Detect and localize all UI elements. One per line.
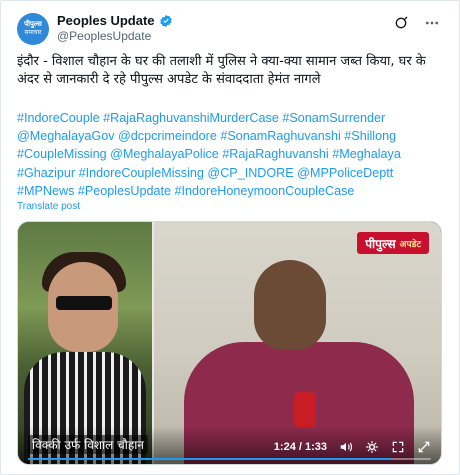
avatar-subtext: समाचार xyxy=(24,30,42,36)
expand-icon[interactable] xyxy=(417,440,431,454)
video-time: 1:24 / 1:33 xyxy=(273,441,327,453)
reporter-head xyxy=(254,260,326,350)
channel-logo-text: पीपुल्स xyxy=(365,236,396,251)
tweet-hashtags[interactable]: #IndoreCouple #RajaRaghuvanshiMurderCase… xyxy=(17,109,447,200)
avatar-text: पीपुल्स xyxy=(24,21,42,28)
display-name[interactable]: Peoples Update xyxy=(57,13,155,28)
channel-logo: पीपुल्स अपडेट xyxy=(357,232,429,254)
account-avatar[interactable]: पीपुल्स समाचार xyxy=(17,13,49,45)
fullscreen-icon[interactable] xyxy=(391,440,405,454)
video-progress-fill xyxy=(28,458,392,460)
volume-icon[interactable] xyxy=(339,440,353,454)
video-progress-bar[interactable] xyxy=(28,458,431,460)
grok-icon[interactable] xyxy=(393,15,409,31)
video-player[interactable]: पीपुल्स अपडेट विक्की उर्फ विशाल चौहान 1:… xyxy=(17,221,442,465)
account-handle[interactable]: @PeoplesUpdate xyxy=(57,29,151,43)
translate-post-link[interactable]: Translate post xyxy=(17,201,80,212)
name-row: Peoples Update xyxy=(57,13,173,28)
settings-icon[interactable] xyxy=(365,440,379,454)
tweet-text: इंदौर - विशाल चौहान के घर की तलाशी में प… xyxy=(17,54,426,87)
video-caption: विक्की उर्फ विशाल चौहान xyxy=(28,435,148,454)
verified-badge-icon xyxy=(159,14,172,27)
microphone xyxy=(294,392,316,428)
more-icon[interactable] xyxy=(423,15,441,31)
channel-logo-tag: अपडेट xyxy=(399,239,421,250)
video-controls: 1:24 / 1:33 xyxy=(274,440,431,454)
tweet-card: पीपुल्स समाचार Peoples Update @PeoplesUp… xyxy=(0,0,460,475)
top-actions xyxy=(393,15,441,31)
sunglasses xyxy=(56,296,112,310)
